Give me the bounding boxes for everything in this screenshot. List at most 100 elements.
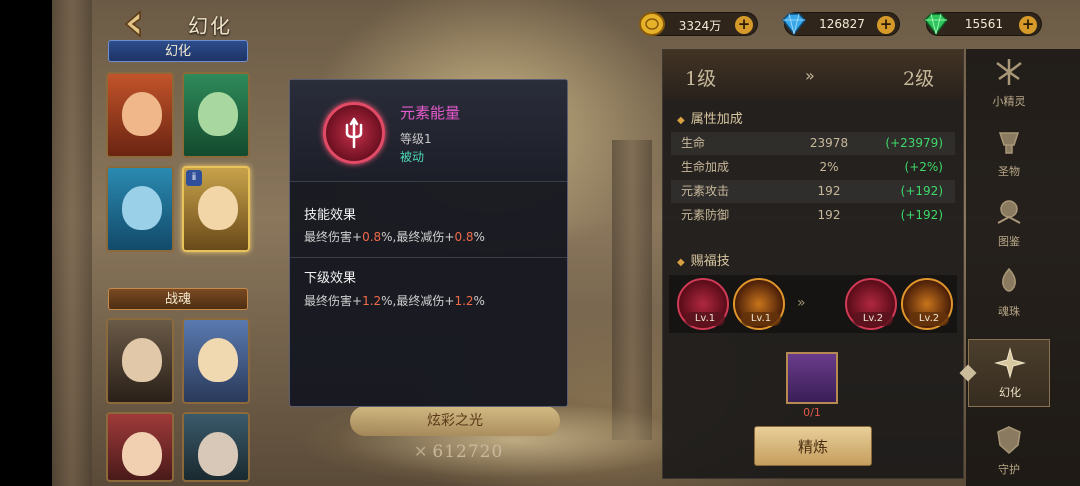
effect-text: % [473,230,485,244]
add-diamond-button[interactable]: + [877,16,895,34]
blessing-title-text: 赐福技 [690,254,730,269]
blessing-level: Lv.1 [685,312,725,326]
skill-level: 等级1 [400,132,432,146]
blessing-level: Lv.2 [909,312,949,326]
nav-label: 小精灵 [992,95,1026,108]
hero-portrait [198,338,238,382]
attribute-row: 生命 23978 (+23979) [671,132,955,155]
skill-tooltip-header: 元素能量 等级1 被动 [290,80,567,182]
side-nav: 小精灵 圣物 图鉴 魂珠 幻化 守护 [966,49,1080,486]
upgrade-panel: 1级 » 2级 ◆ 属性加成 生命 23978 (+23979) 生命加成 2% … [662,49,964,479]
hero-card[interactable] [182,318,250,404]
currency-value: 15561 [964,17,1004,31]
nav-soul-orb[interactable]: 魂珠 [968,259,1050,327]
refine-button[interactable]: 精炼 [754,426,872,466]
nav-label: 魂珠 [998,305,1020,318]
blessing-level: Lv.1 [741,312,781,326]
currency-gem: 15561 + [923,12,1042,36]
blessing-skill-icon[interactable]: Lv.2 [901,278,953,330]
blue-diamond-icon [781,13,807,36]
back-button[interactable] [118,8,150,40]
effect-value: 0.8 [362,230,382,244]
skill-tooltip: 元素能量 等级1 被动 技能效果 最终伤害+0.8%,最终减伤+0.8% 下级效… [289,79,568,407]
transform-icon [994,347,1026,379]
material-slot[interactable] [786,352,838,404]
blessing-skills: Lv.1 Lv.1 » Lv.2 Lv.2 [669,275,957,333]
nav-codex[interactable]: 图鉴 [968,189,1050,257]
effect-value: 0.8 [454,230,474,244]
next-level: 2级 [903,68,935,90]
attribute-name: 元素防御 [681,208,730,222]
hero-portrait [122,92,162,136]
blessing-skill-icon[interactable]: Lv.1 [677,278,729,330]
nav-relic[interactable]: 圣物 [968,119,1050,187]
scene-pillar [52,0,92,486]
effect-text: %,最终减伤+ [381,294,455,308]
soul-orb-icon [1002,267,1016,292]
attribute-value: 23978 [809,136,849,150]
effect-title: 技能效果 [304,208,357,223]
section-header-battle-soul: 战魂 [108,288,248,310]
hero-card[interactable] [106,318,174,404]
attribute-delta: (+2%) [904,160,943,174]
blessing-skill-icon[interactable]: Lv.2 [845,278,897,330]
hero-portrait [122,338,162,382]
hero-card[interactable] [106,412,174,482]
nav-label: 图鉴 [998,235,1020,248]
attribute-name: 生命加成 [681,160,730,174]
back-arrow-icon [124,10,141,38]
add-gold-button[interactable]: + [735,16,753,34]
hero-portrait [198,92,238,136]
green-gem-icon [923,13,949,36]
nav-label: 圣物 [998,165,1020,178]
diamond-bullet-icon: ◆ [677,115,685,126]
nav-fairy[interactable]: 小精灵 [968,49,1050,117]
attribute-value: 192 [817,184,841,198]
double-chevron-icon: » [805,66,815,85]
nav-guardian[interactable]: 守护 [968,417,1050,485]
diamond-bullet-icon: ◆ [677,257,685,268]
skill-type: 被动 [400,150,425,164]
attribute-name: 元素攻击 [681,184,730,198]
current-level: 1级 [685,68,717,90]
skill-name: 元素能量 [400,104,461,122]
effect-text: %,最终减伤+ [381,230,455,244]
hero-portrait [122,186,162,230]
combat-power-value: 612720 [432,442,504,462]
hero-portrait [198,186,238,230]
page-title: 幻化 [188,14,232,38]
attribute-title-text: 属性加成 [690,112,743,127]
currency-value: 126827 [819,17,865,31]
divider [290,257,567,258]
hero-card[interactable] [106,166,174,252]
hero-card[interactable] [182,412,250,482]
combat-power: ✕ 612720 [414,442,503,462]
blessing-skill-icon[interactable]: Lv.1 [733,278,785,330]
hero-card[interactable] [106,72,174,158]
scene-pillar [612,140,652,440]
hero-portrait [122,432,162,476]
add-gem-button[interactable]: + [1019,16,1037,34]
next-level-description: 最终伤害+1.2%,最终减伤+1.2% [304,292,485,309]
attribute-name: 生命 [681,136,706,150]
attribute-row: 元素攻击 192 (+192) [671,180,955,203]
hero-name-plate: 炫彩之光 [350,406,560,436]
effect-text: % [473,294,485,308]
nav-label: 守护 [998,463,1020,476]
hero-card-selected[interactable]: ⅱ [182,166,250,252]
blessing-section-title: ◆ 赐福技 [677,250,730,269]
hero-portrait [198,432,238,476]
nav-transform[interactable]: 幻化 [968,339,1050,407]
attribute-delta: (+23979) [885,136,943,150]
currency-diamond: 126827 + [781,12,900,36]
next-level-title: 下级效果 [304,271,357,286]
fairy-icon [996,59,1022,85]
effect-text: 最终伤害+ [304,230,363,244]
attribute-value: 2% [819,160,839,174]
attribute-row: 生命加成 2% (+2%) [671,156,955,179]
material-count: 0/1 [803,406,821,419]
currency-value: 3324万 [678,19,722,33]
double-chevron-icon: » [797,295,806,311]
hero-card[interactable] [182,72,250,158]
effect-value: 1.2 [362,294,382,308]
